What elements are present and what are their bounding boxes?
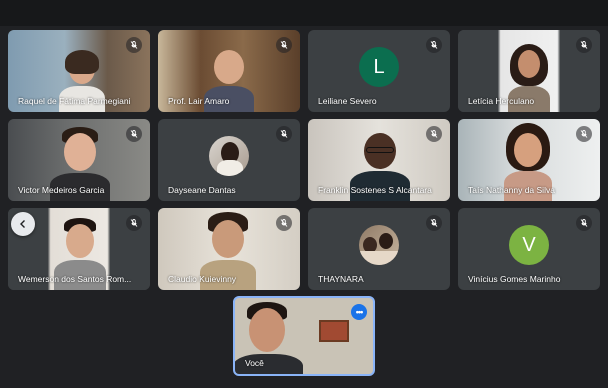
participant-tile[interactable]: Raquel de Fátima Parmegiani	[8, 30, 150, 112]
participant-tile[interactable]: Dayseane Dantas	[158, 119, 300, 201]
participant-name: Victor Medeiros Garcia	[18, 185, 105, 195]
avatar	[359, 225, 399, 265]
mic-off-icon	[576, 37, 592, 53]
participant-tile[interactable]: Prof. Lair Amaro	[158, 30, 300, 112]
mic-off-icon	[276, 215, 292, 231]
mic-off-icon	[426, 126, 442, 142]
self-view-tile[interactable]: ••• Você	[233, 296, 375, 376]
avatar	[209, 136, 249, 176]
mic-off-icon	[126, 215, 142, 231]
participant-tile[interactable]: Claudio Kuievinny	[158, 208, 300, 290]
avatar: V	[509, 225, 549, 265]
self-name: Você	[245, 358, 264, 368]
mic-off-icon	[576, 126, 592, 142]
mic-off-icon	[276, 126, 292, 142]
more-options-icon[interactable]: •••	[351, 304, 367, 320]
participant-name: Franklin Sostenes S Alcantara	[318, 185, 432, 195]
participant-tile[interactable]: Victor Medeiros Garcia	[8, 119, 150, 201]
mic-off-icon	[426, 215, 442, 231]
participant-tile[interactable]: Franklin Sostenes S Alcantara	[308, 119, 450, 201]
top-bar	[0, 0, 608, 26]
previous-page-button[interactable]	[11, 212, 35, 236]
participant-tile[interactable]: Letícia Herculano	[458, 30, 600, 112]
participant-name: Leiliane Severo	[318, 96, 377, 106]
mic-off-icon	[126, 126, 142, 142]
participant-tile[interactable]: L Leiliane Severo	[308, 30, 450, 112]
participant-name: Raquel de Fátima Parmegiani	[18, 96, 131, 106]
participant-name: Claudio Kuievinny	[168, 274, 237, 284]
wall-picture	[319, 320, 349, 342]
participant-tile[interactable]: THAYNARA	[308, 208, 450, 290]
avatar: L	[359, 47, 399, 87]
participant-name: Taís Nathanny da Silva	[468, 185, 555, 195]
participant-tile[interactable]: Taís Nathanny da Silva	[458, 119, 600, 201]
participant-name: THAYNARA	[318, 274, 364, 284]
chevron-left-icon	[20, 220, 25, 228]
participant-name: Prof. Lair Amaro	[168, 96, 230, 106]
participant-name: Wemerson dos Santos Rom...	[18, 274, 132, 284]
mic-off-icon	[426, 37, 442, 53]
mic-off-icon	[126, 37, 142, 53]
participant-name: Dayseane Dantas	[168, 185, 236, 195]
participant-name: Vinícius Gomes Marinho	[468, 274, 561, 284]
participant-tile[interactable]: V Vinícius Gomes Marinho	[458, 208, 600, 290]
mic-off-icon	[276, 37, 292, 53]
participant-name: Letícia Herculano	[468, 96, 535, 106]
mic-off-icon	[576, 215, 592, 231]
